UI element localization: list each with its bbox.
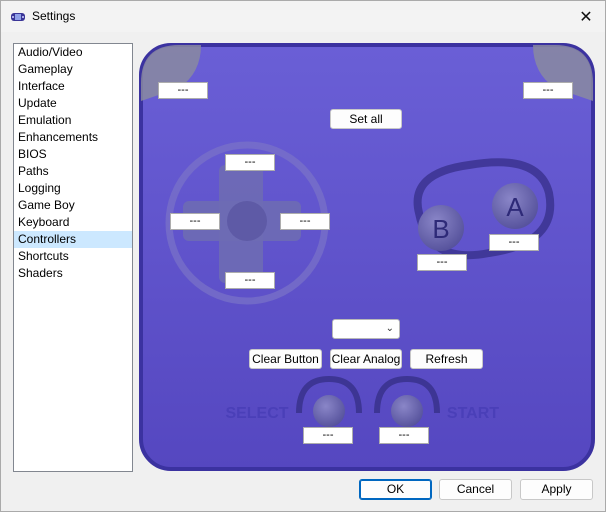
sidebar-item-gameplay[interactable]: Gameplay [14,61,132,78]
sidebar-item-audio-video[interactable]: Audio/Video [14,44,132,61]
sidebar-item-enhancements[interactable]: Enhancements [14,129,132,146]
start-button-shape [391,395,423,427]
ok-button[interactable]: OK [359,479,432,500]
sidebar-item-update[interactable]: Update [14,95,132,112]
clear-analog-button[interactable]: Clear Analog [330,349,402,369]
start-label: START [447,405,499,422]
sidebar-item-bios[interactable]: BIOS [14,146,132,163]
right-binding-button[interactable]: --- [280,213,330,230]
b-button-label: B [432,214,449,244]
close-icon: ✕ [579,8,593,26]
sidebar-item-controllers[interactable]: Controllers [14,231,132,248]
window-title: Settings [32,9,76,23]
sidebar-item-shaders[interactable]: Shaders [14,265,132,282]
close-button[interactable]: ✕ [567,1,605,32]
a-button-label: A [506,192,524,222]
refresh-button[interactable]: Refresh [410,349,483,369]
start-binding-button[interactable]: --- [379,427,429,444]
l-binding-button[interactable]: --- [158,82,208,99]
sidebar-item-logging[interactable]: Logging [14,180,132,197]
a-binding-button[interactable]: --- [489,234,539,251]
down-binding-button[interactable]: --- [225,272,275,289]
select-label: SELECT [225,405,288,422]
title-bar: Settings ✕ [1,1,605,32]
cancel-button[interactable]: Cancel [439,479,512,500]
gba-app-icon [11,13,25,21]
r-binding-button[interactable]: --- [523,82,573,99]
b-binding-button[interactable]: --- [417,254,467,271]
sidebar-item-emulation[interactable]: Emulation [14,112,132,129]
apply-button[interactable]: Apply [520,479,593,500]
settings-category-list[interactable]: Audio/Video Gameplay Interface Update Em… [13,43,133,472]
sidebar-item-shortcuts[interactable]: Shortcuts [14,248,132,265]
sidebar-item-paths[interactable]: Paths [14,163,132,180]
sidebar-item-keyboard[interactable]: Keyboard [14,214,132,231]
controller-illustration: B A SELECT START [139,43,595,471]
controller-device-select[interactable]: ⌄ [332,319,400,339]
up-binding-button[interactable]: --- [225,154,275,171]
settings-window: Settings ✕ Audio/Video Gameplay Interfac… [0,0,606,512]
select-button-shape [313,395,345,427]
sidebar-item-interface[interactable]: Interface [14,78,132,95]
chevron-down-icon: ⌄ [385,323,394,334]
select-binding-button[interactable]: --- [303,427,353,444]
dpad-center [227,201,267,241]
clear-button-button[interactable]: Clear Button [249,349,322,369]
sidebar-item-game-boy[interactable]: Game Boy [14,197,132,214]
set-all-button[interactable]: Set all [330,109,402,129]
left-binding-button[interactable]: --- [170,213,220,230]
